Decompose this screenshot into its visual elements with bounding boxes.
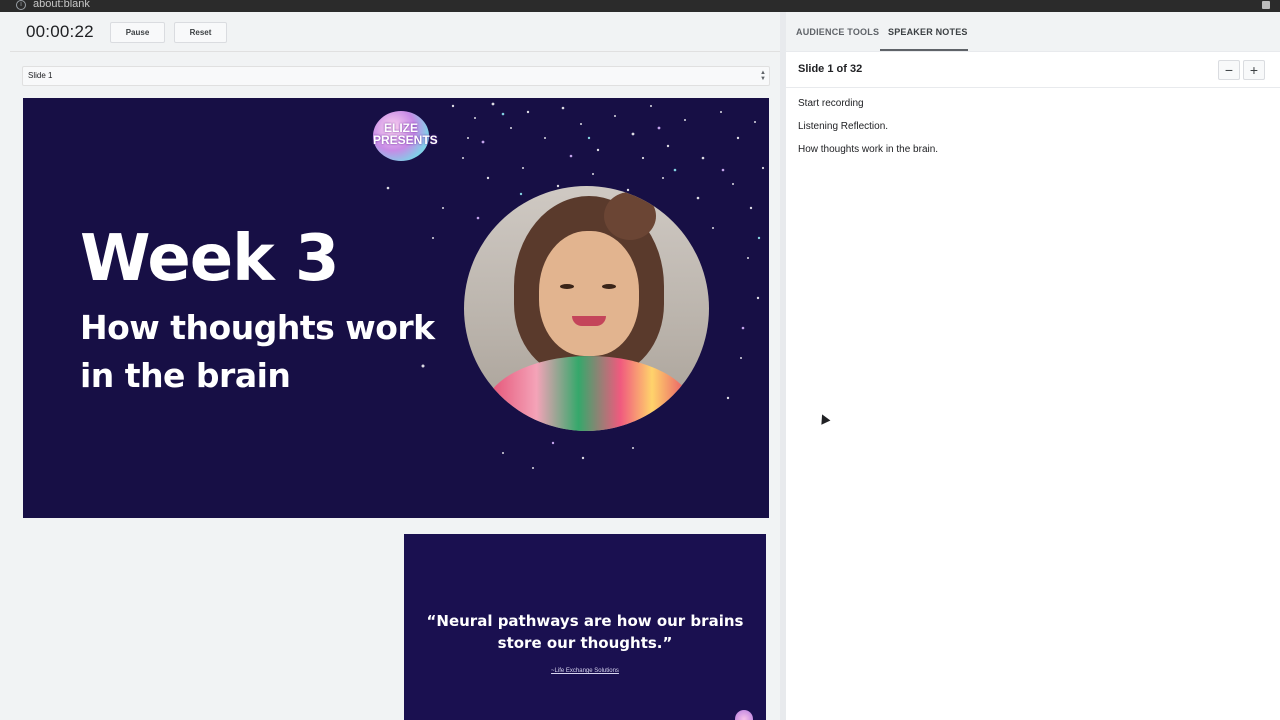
slide-subtitle: How thoughts work in the brain — [80, 308, 435, 395]
photo-mouth — [572, 316, 606, 326]
logo-text-line1: ELIZE — [383, 121, 418, 135]
info-icon[interactable]: i — [16, 0, 26, 10]
speaker-panel: AUDIENCE TOOLS SPEAKER NOTES Slide 1 of … — [786, 12, 1280, 720]
next-slide-quote: “Neural pathways are how our brains stor… — [426, 612, 744, 652]
presentation-timer: 00:00:22 — [26, 22, 94, 41]
browser-url-bar: i about:blank — [0, 0, 1280, 12]
next-slide-preview[interactable]: “Neural pathways are how our brains stor… — [404, 534, 766, 720]
select-arrows-icon: ▲ ▼ — [760, 70, 766, 82]
url-text[interactable]: about:blank — [33, 0, 90, 10]
presenter-photo — [464, 186, 709, 431]
presenter-left-pane: 00:00:22 Pause Reset Slide 1 ▲ ▼ ELIZE P… — [10, 12, 780, 720]
cursor-icon — [817, 412, 831, 425]
photo-eye-right — [602, 284, 616, 289]
decorative-orb — [735, 710, 753, 720]
speaker-note-line: Start recording — [798, 98, 864, 109]
increase-font-button[interactable]: + — [1243, 60, 1265, 80]
next-slide-quote-source: ~Life Exchange Solutions — [551, 668, 619, 674]
notes-header: Slide 1 of 32 − + — [786, 52, 1280, 88]
slide-heading: Week 3 — [80, 222, 339, 296]
tab-speaker-notes[interactable]: SPEAKER NOTES — [888, 27, 968, 37]
tab-audience-tools[interactable]: AUDIENCE TOOLS — [796, 27, 879, 37]
slide-count: Slide 1 of 32 — [798, 63, 863, 75]
slide-select-value: Slide 1 — [28, 71, 53, 80]
photo-hair-bun — [604, 192, 656, 240]
decrease-font-button[interactable]: − — [1218, 60, 1240, 80]
active-tab-indicator — [880, 49, 968, 51]
speaker-note-line: How thoughts work in the brain. — [798, 144, 939, 155]
panel-tabs: AUDIENCE TOOLS SPEAKER NOTES — [786, 12, 1280, 52]
current-slide-preview[interactable]: ELIZE PRESENTS Week 3 How thoughts work … — [23, 98, 769, 518]
speaker-note-line: Listening Reflection. — [798, 121, 889, 132]
presenter-toolbar: 00:00:22 Pause Reset — [10, 12, 780, 52]
logo-text-line2: PRESENTS — [373, 133, 438, 147]
slide-select[interactable]: Slide 1 ▲ ▼ — [22, 66, 770, 86]
reset-button[interactable]: Reset — [174, 22, 227, 43]
presenter-logo: ELIZE PRESENTS — [373, 111, 438, 161]
photo-eye-left — [560, 284, 574, 289]
photo-face — [539, 231, 639, 356]
photo-shirt — [484, 356, 694, 431]
extension-icon[interactable] — [1262, 1, 1270, 9]
pause-button[interactable]: Pause — [110, 22, 165, 43]
